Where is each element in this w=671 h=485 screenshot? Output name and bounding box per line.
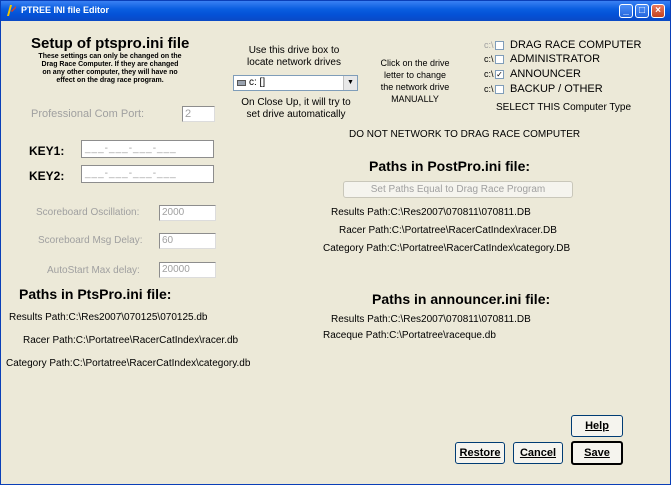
setup-note-line: on any other computer, they will have no (42, 69, 178, 76)
help-button[interactable]: Help (571, 415, 623, 437)
announcer-checkbox[interactable]: ✓ (495, 70, 504, 79)
scoreboard-oscillation-label: Scoreboard Oscillation: (36, 207, 140, 218)
click-drive-line2: letter to change (383, 70, 447, 80)
backup-other-checkbox[interactable] (495, 85, 504, 94)
drive-selected-value: c: [] (249, 77, 266, 88)
postpro-heading: Paths in PostPro.ini file: (369, 158, 531, 174)
window-title: PTREE INI file Editor (21, 5, 110, 15)
select-computer-type-label: SELECT THIS Computer Type (496, 102, 632, 113)
setup-heading: Setup of ptspro.ini file (31, 35, 190, 52)
drive-hint-line1: Use this drive box to (248, 45, 340, 56)
drive-close-line1: On Close Up, it will try to (241, 97, 351, 108)
cancel-button[interactable]: Cancel (513, 442, 563, 464)
ptspro-heading: Paths in PtsPro.ini file: (19, 286, 172, 302)
title-bar[interactable]: PTREE INI file Editor _ □ × (1, 1, 670, 21)
key1-label: KEY1: (29, 144, 65, 158)
scoreboard-msg-delay-label: Scoreboard Msg Delay: (38, 235, 143, 246)
drive-letter-link[interactable]: c:\ (484, 54, 494, 64)
drive-hint-line2: locate network drives (247, 57, 341, 68)
chevron-down-icon[interactable]: ▼ (343, 76, 357, 90)
maximize-button[interactable]: □ (635, 4, 649, 18)
ptspro-racer-path: Racer Path:C:\Portatree\RacerCatIndex\ra… (23, 335, 239, 346)
app-icon (7, 5, 16, 16)
save-button[interactable]: Save (571, 441, 623, 465)
ini-editor-window: PTREE INI file Editor _ □ × Setup of pts… (0, 0, 671, 485)
setup-note-line: Drag Race Computer. If they are changed (41, 61, 179, 68)
com-port-label: Professional Com Port: (31, 108, 145, 120)
key2-label: KEY2: (29, 169, 65, 183)
autostart-delay-field[interactable]: 20000 (159, 262, 216, 278)
administrator-checkbox[interactable] (495, 55, 504, 64)
drive-close-line2: set drive automatically (246, 109, 346, 120)
postpro-category-path: Category Path:C:\Portatree\RacerCatIndex… (323, 243, 571, 254)
postpro-racer-path: Racer Path:C:\Portatree\RacerCatIndex\ra… (339, 225, 557, 236)
drive-icon (237, 80, 246, 86)
drive-combo[interactable]: c: [] ▼ (233, 75, 358, 91)
drag-race-computer-label: DRAG RACE COMPUTER (510, 39, 642, 51)
drive-letter-link[interactable]: c:\ (484, 40, 494, 50)
key1-field[interactable]: ___-___-___-___ (81, 140, 214, 158)
click-drive-line1: Click on the drive (380, 58, 450, 68)
backup-other-label: BACKUP / OTHER (510, 83, 603, 95)
drive-letter-link[interactable]: c:\ (484, 84, 494, 94)
click-drive-line3: the network drive (380, 82, 450, 92)
announcer-raceque-path: Raceque Path:C:\Portatree\raceque.db (323, 330, 496, 341)
scoreboard-oscillation-field[interactable]: 2000 (159, 205, 216, 221)
setup-note-line: These settings can only be changed on th… (38, 53, 182, 60)
click-drive-line4: MANUALLY (391, 94, 439, 104)
minimize-button[interactable]: _ (619, 4, 633, 18)
ptspro-category-path: Category Path:C:\Portatree\RacerCatIndex… (6, 358, 251, 369)
setup-note-line: effect on the drag race program. (56, 77, 164, 84)
com-port-field[interactable]: 2 (182, 106, 215, 122)
drive-letter-link[interactable]: c:\ (484, 69, 494, 79)
announcer-label: ANNOUNCER (510, 68, 581, 80)
set-paths-button[interactable]: Set Paths Equal to Drag Race Program (343, 181, 573, 198)
setup-note: These settings can only be changed on th… (7, 53, 213, 85)
ptspro-results-path: Results Path:C:\Res2007\070125\070125.db (9, 312, 208, 323)
announcer-heading: Paths in announcer.ini file: (372, 291, 551, 307)
scoreboard-msg-delay-field[interactable]: 60 (159, 233, 216, 249)
postpro-results-path: Results Path:C:\Res2007\070811\070811.DB (331, 207, 531, 218)
close-button[interactable]: × (651, 4, 665, 18)
drag-race-computer-checkbox[interactable] (495, 41, 504, 50)
restore-button[interactable]: Restore (455, 442, 505, 464)
announcer-results-path: Results Path:C:\Res2007\070811\070811.DB (331, 314, 531, 325)
key2-field[interactable]: ___-___-___-___ (81, 165, 214, 183)
network-warning: DO NOT NETWORK TO DRAG RACE COMPUTER (349, 129, 581, 140)
autostart-delay-label: AutoStart Max delay: (47, 265, 140, 276)
administrator-label: ADMINISTRATOR (510, 53, 601, 65)
